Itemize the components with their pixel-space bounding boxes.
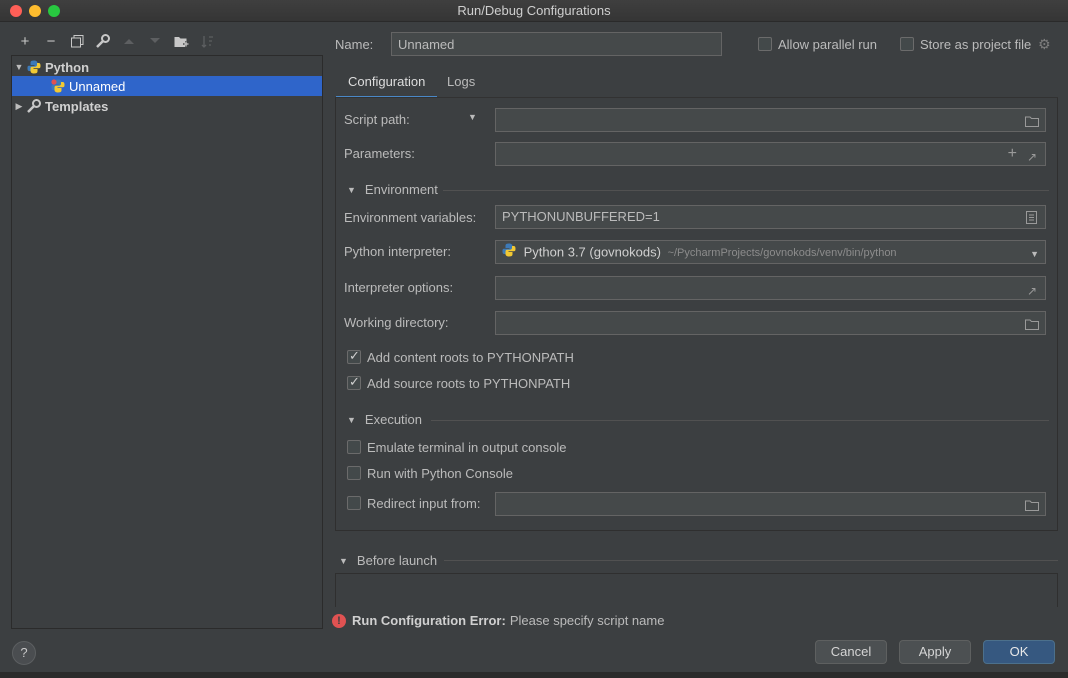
window-title: Run/Debug Configurations [457,3,611,18]
error-message: Please specify script name [509,613,665,628]
before-launch-divider [444,560,1058,561]
redirect-input-checkbox[interactable] [347,496,361,510]
wrench-icon [26,98,42,114]
emulate-terminal-checkbox[interactable] [347,440,361,454]
redirect-input-field[interactable] [495,492,1046,516]
python-icon [26,59,42,75]
error-title: Run Configuration Error: [352,613,506,628]
python-icon [502,242,516,263]
config-toolbar: + − [12,30,220,52]
env-vars-input[interactable]: PYTHONUNBUFFERED=1 [495,205,1046,229]
redirect-input-label: Redirect input from: [367,496,481,511]
tree-item-unnamed[interactable]: Unnamed [12,76,322,96]
plus-icon[interactable]: + [1008,143,1017,165]
document-icon[interactable] [1026,209,1037,228]
window-maximize-button[interactable] [48,5,60,17]
execution-section-title: Execution [364,412,423,427]
working-dir-input[interactable] [495,311,1046,335]
window-close-button[interactable] [10,5,22,17]
window-minimize-button[interactable] [29,5,41,17]
gear-icon[interactable]: ⚙ [1038,36,1051,53]
arrow-up-icon[interactable] [116,30,142,52]
store-project-checkbox[interactable] [900,37,914,51]
copy-icon[interactable] [64,30,90,52]
run-console-label: Run with Python Console [367,466,513,481]
tree-item-templates-label: Templates [45,98,109,114]
folder-icon[interactable] [1025,315,1039,334]
tree-item-templates[interactable]: ▶ Templates [12,96,322,116]
window-titlebar: Run/Debug Configurations [0,0,1068,22]
minus-icon[interactable]: − [38,30,64,52]
help-button[interactable]: ? [12,641,36,665]
environment-divider [443,190,1049,191]
interpreter-name: Python 3.7 (govnokods) [523,244,661,260]
python-run-config-icon [50,78,66,94]
expand-icon[interactable]: ↗ [1027,146,1037,165]
before-launch-header[interactable]: ▼ Before launch [339,553,437,568]
interpreter-path: ~/PycharmProjects/govnokods/venv/bin/pyt… [667,246,897,259]
interp-options-label: Interpreter options: [344,280,454,295]
add-source-roots-label: Add source roots to PYTHONPATH [367,376,571,391]
script-path-dropdown-icon[interactable]: ▼ [468,112,477,122]
chevron-down-icon[interactable]: ▼ [339,556,348,566]
tree-item-python-label: Python [45,59,90,75]
parameters-label: Parameters: [344,146,415,161]
allow-parallel-checkbox[interactable] [758,37,772,51]
chevron-down-icon[interactable]: ▼ [12,62,26,72]
folder-icon[interactable] [1025,496,1039,515]
folder-add-icon[interactable] [168,30,194,52]
interpreter-label: Python interpreter: [344,244,451,259]
allow-parallel-label: Allow parallel run [778,37,877,52]
interpreter-select[interactable]: Python 3.7 (govnokods) ~/PycharmProjects… [495,240,1046,264]
folder-icon[interactable] [1025,112,1039,131]
parameters-input[interactable]: + ↗ [495,142,1046,166]
plus-icon[interactable]: + [12,30,38,52]
env-vars-label: Environment variables: [344,210,477,225]
configuration-tree[interactable]: ▼ Python Unnamed ▶ Templates [11,55,323,629]
tab-configuration[interactable]: Configuration [336,71,438,99]
store-project-label: Store as project file [920,37,1032,52]
environment-section-header[interactable]: ▼ Environment [347,182,438,197]
working-dir-label: Working directory: [344,315,449,330]
expand-icon[interactable]: ↗ [1027,280,1037,299]
run-console-checkbox[interactable] [347,466,361,480]
emulate-terminal-label: Emulate terminal in output console [367,440,567,455]
tab-logs[interactable]: Logs [435,71,487,99]
cancel-button[interactable]: Cancel [815,640,887,664]
sort-icon[interactable] [194,30,220,52]
run-config-error: ! Run Configuration Error: Please specif… [332,613,664,628]
name-input[interactable] [391,32,722,56]
chevron-down-icon[interactable]: ▼ [347,415,356,425]
before-launch-title: Before launch [356,553,438,568]
add-source-roots-checkbox[interactable] [347,374,361,390]
wrench-icon[interactable] [90,30,116,52]
environment-section-title: Environment [364,182,438,197]
tree-item-unnamed-label: Unnamed [69,78,126,94]
execution-divider [431,420,1049,421]
ok-button[interactable]: OK [983,640,1055,664]
arrow-down-icon[interactable] [142,30,168,52]
env-vars-value: PYTHONUNBUFFERED=1 [502,209,660,224]
interp-options-input[interactable]: ↗ [495,276,1046,300]
add-content-roots-checkbox[interactable] [347,348,361,364]
script-path-input[interactable] [495,108,1046,132]
script-path-label: Script path: [344,112,410,127]
error-icon: ! [332,613,346,628]
apply-button[interactable]: Apply [899,640,971,664]
background-window-strip [0,672,1068,678]
add-content-roots-label: Add content roots to PYTHONPATH [367,350,574,365]
execution-section-header[interactable]: ▼ Execution [347,412,422,427]
chevron-right-icon[interactable]: ▶ [12,101,26,112]
chevron-down-icon[interactable]: ▼ [1030,243,1039,263]
before-launch-list[interactable] [335,573,1058,607]
chevron-down-icon[interactable]: ▼ [347,185,356,195]
name-label: Name: [335,37,374,52]
tree-item-python[interactable]: ▼ Python [12,57,322,77]
